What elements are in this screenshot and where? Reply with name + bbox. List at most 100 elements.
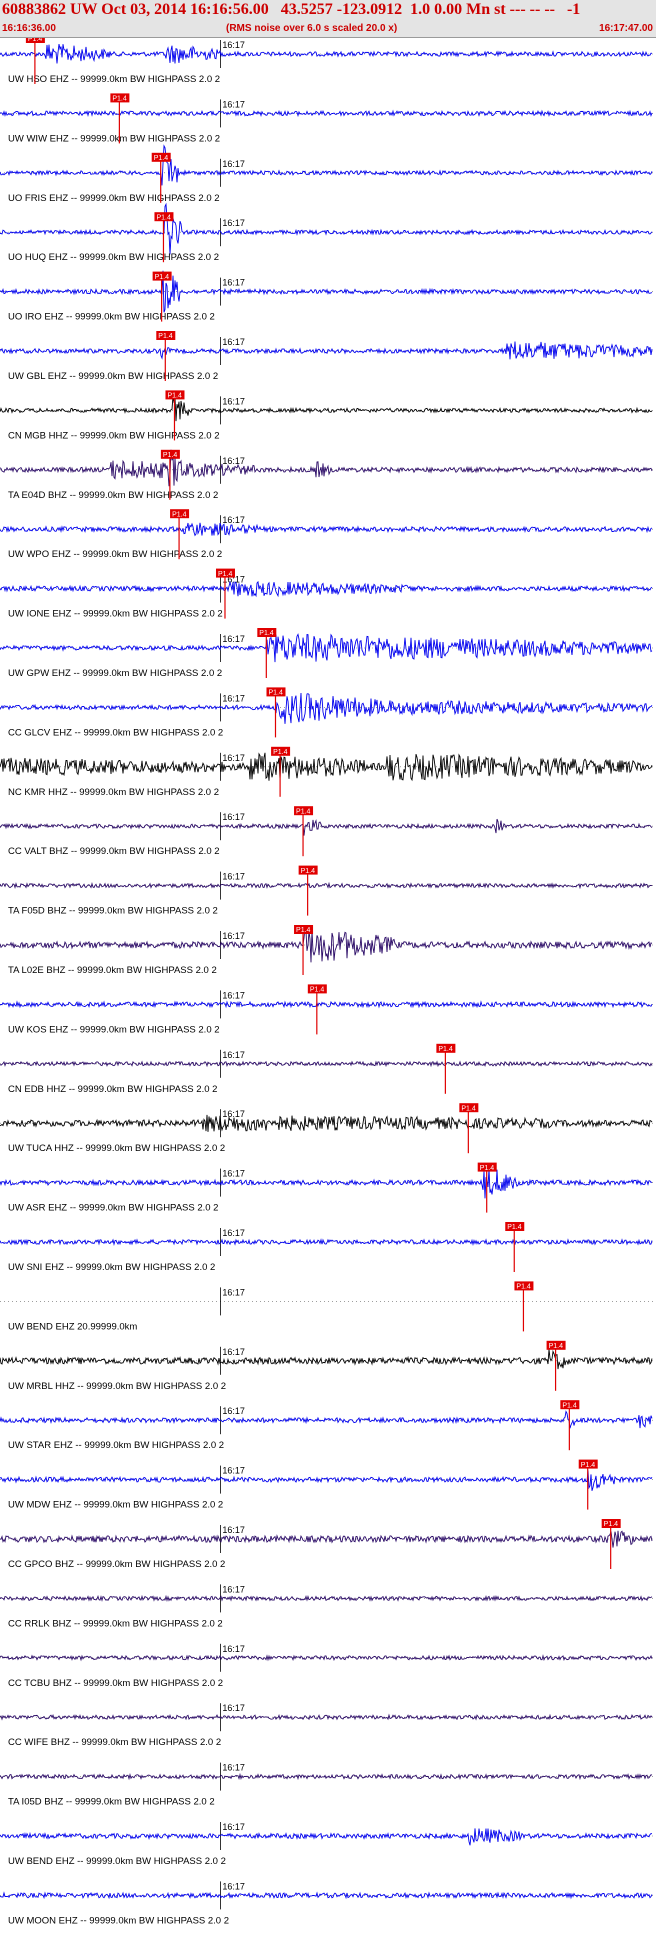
minute-tick-label: 16:17 xyxy=(222,753,245,763)
trace-row: 16:17 CN MGB HHZ -- 99999.0km BW HIGHPASS… xyxy=(0,390,656,441)
trace-row: 16:17 CN EDB HHZ -- 99999.0km BW HIGHPASS… xyxy=(0,1043,656,1095)
minute-tick-label: 16:17 xyxy=(222,1287,245,1297)
station-label: UW WIW EHZ -- 99999.0km BW HIGHPASS 2.0 … xyxy=(8,133,220,144)
waveform xyxy=(0,1713,653,1721)
minute-tick-label: 16:17 xyxy=(222,218,245,228)
pick-marker-label: P1.4 xyxy=(156,214,171,221)
minute-tick-label: 16:17 xyxy=(222,931,245,941)
station-label: UW WPO EHZ -- 99999.0km BW HIGHPASS 2.0 … xyxy=(8,549,222,560)
trace-row: 16:17UW TUCA HHZ -- 99999.0km BW HIGHPAS… xyxy=(0,1103,656,1154)
station-label: UW ASR EHZ -- 99999.0km BW HIGHPASS 2.0 … xyxy=(8,1203,218,1214)
minute-tick-label: 16:17 xyxy=(222,693,245,703)
waveform xyxy=(0,202,653,255)
station-label: CC WIFE BHZ -- 99999.0km BW HIGHPASS 2.0… xyxy=(8,1737,221,1748)
waveform xyxy=(0,927,653,963)
minute-tick-label: 16:17 xyxy=(222,634,245,644)
waveform xyxy=(0,1594,653,1602)
minute-tick-label: 16:17 xyxy=(222,1822,245,1832)
trace-row: 16:17 UW MDW EHZ -- 99999.0km BW HIGHPASS… xyxy=(0,1459,656,1511)
minute-tick-label: 16:17 xyxy=(222,872,245,882)
minute-tick-label: 16:17 xyxy=(222,1228,245,1238)
station-label: CC VALT BHZ -- 99999.0km BW HIGHPASS 2.0… xyxy=(8,846,220,857)
start-time: 16:16:36.00 xyxy=(2,23,56,34)
station-label: TA L02E BHZ -- 99999.0km BW HIGHPASS 2.0… xyxy=(8,965,217,976)
station-label: UW GBL EHZ -- 99999.0km BW HIGHPASS 2.0 … xyxy=(8,371,218,382)
trace-row: 16:17 UO HUQ EHZ -- 99999.0km BW HIGHPASS… xyxy=(0,202,656,263)
waveform xyxy=(0,522,653,537)
waveform xyxy=(0,1168,653,1199)
minute-tick-label: 16:17 xyxy=(222,337,245,347)
waveform xyxy=(0,1470,653,1491)
waveform xyxy=(0,1410,653,1429)
minute-tick-label: 16:17 xyxy=(222,1406,245,1416)
waveform xyxy=(0,1238,653,1246)
pick-marker-label: P1.4 xyxy=(562,1402,577,1409)
station-label: CN MGB HHZ -- 99999.0km BW HIGHPASS 2.0 … xyxy=(8,430,220,441)
minute-tick-label: 16:17 xyxy=(222,990,245,1000)
station-label: UW BEND EHZ 20.99999.0km xyxy=(8,1321,137,1332)
waveform xyxy=(0,752,653,782)
trace-row: 16:17 TA F05D BHZ -- 99999.0km BW HIGHPAS… xyxy=(0,865,656,917)
minute-tick-label: 16:17 xyxy=(222,1525,245,1535)
waveform xyxy=(0,580,653,598)
station-label: UW KOS EHZ -- 99999.0km BW HIGHPASS 2.0 … xyxy=(8,1024,220,1035)
waveform xyxy=(0,692,653,724)
station-label: UW MRBL HHZ -- 99999.0km BW HIGHPASS 2.0… xyxy=(8,1381,226,1392)
minute-tick-label: 16:17 xyxy=(222,456,245,466)
minute-tick-label: 16:17 xyxy=(222,40,245,50)
pick-marker-label: P1.4 xyxy=(163,452,178,459)
waveform xyxy=(0,1114,653,1132)
pick-marker-label: P1.4 xyxy=(158,333,173,340)
trace-row: 16:17 UW SNI EHZ -- 99999.0km BW HIGHPASS… xyxy=(0,1222,656,1273)
station-label: CN EDB HHZ -- 99999.0km BW HIGHPASS 2.0 … xyxy=(8,1084,217,1095)
station-label: CC GPCO BHZ -- 99999.0km BW HIGHPASS 2.0… xyxy=(8,1559,225,1570)
pick-marker-label: P1.4 xyxy=(218,571,233,578)
scale-note: (RMS noise over 6.0 s scaled 20.0 x) xyxy=(226,23,398,34)
pick-marker-label: P1.4 xyxy=(604,1521,619,1528)
pick-marker-label: P1.4 xyxy=(480,1165,495,1172)
header-bar: 60883862 UW Oct 03, 2014 16:16:56.00 43.… xyxy=(0,0,656,38)
station-label: UW MDW EHZ -- 99999.0km BW HIGHPASS 2.0 … xyxy=(8,1500,223,1511)
minute-tick-label: 16:17 xyxy=(222,1644,245,1654)
trace-row: 16:17 NC KMR HHZ -- 99999.0km BW HIGHPASS… xyxy=(0,746,656,798)
trace-row: 16:17 UW MOON EHZ -- 99999.0km BW HIGHPAS… xyxy=(0,1881,656,1926)
minute-tick-label: 16:17 xyxy=(222,278,245,288)
waveform xyxy=(0,1891,653,1900)
waveform xyxy=(0,1828,653,1846)
waveform xyxy=(0,1772,653,1781)
station-label: TA E04D BHZ -- 99999.0km BW HIGHPASS 2.0… xyxy=(8,490,218,501)
minute-tick-label: 16:17 xyxy=(222,99,245,109)
trace-row: 16:17 UW WIW EHZ -- 99999.0km BW HIGHPASS… xyxy=(0,93,656,144)
pick-marker-label: P1.4 xyxy=(167,393,182,400)
trace-row: 16:17 CC WIFE BHZ -- 99999.0km BW HIGHPAS… xyxy=(0,1703,656,1748)
minute-tick-label: 16:17 xyxy=(222,515,245,525)
pick-marker-label: P1.4 xyxy=(296,808,311,815)
pick-marker-label: P1.4 xyxy=(28,38,43,43)
trace-row: 16:17 UO IRO EHZ -- 99999.0km BW HIGHPASS… xyxy=(0,270,656,323)
trace-row: 16:17 UW BEND EHZ -- 99999.0km BW HIGHPAS… xyxy=(0,1822,656,1867)
end-time: 16:17:47.00 xyxy=(599,23,653,34)
minute-tick-label: 16:17 xyxy=(222,396,245,406)
pick-marker-label: P1.4 xyxy=(112,96,127,103)
seismogram-viewer: 60883862 UW Oct 03, 2014 16:16:56.00 43.… xyxy=(0,0,656,1958)
minute-tick-label: 16:17 xyxy=(222,1763,245,1773)
station-label: UW TUCA HHZ -- 99999.0km BW HIGHPASS 2.0… xyxy=(8,1143,225,1154)
trace-row: 16:17 UW KOS EHZ -- 99999.0km BW HIGHPASS… xyxy=(0,984,656,1035)
pick-marker-label: P1.4 xyxy=(296,927,311,934)
trace-row: 16:17 UW STAR EHZ -- 99999.0km BW HIGHPAS… xyxy=(0,1400,656,1451)
pick-marker-label: P1.4 xyxy=(461,1105,476,1112)
pick-marker-label: P1.4 xyxy=(310,987,325,994)
waveform xyxy=(0,44,653,64)
trace-row: 16:17 CC VALT BHZ -- 99999.0km BW HIGHPAS… xyxy=(0,806,656,857)
pick-marker-label: P1.4 xyxy=(301,868,316,875)
station-label: UW SNI EHZ -- 99999.0km BW HIGHPASS 2.0 … xyxy=(8,1262,215,1273)
minute-tick-label: 16:17 xyxy=(222,1466,245,1476)
pick-marker-label: P1.4 xyxy=(259,630,274,637)
minute-tick-label: 16:17 xyxy=(222,1703,245,1713)
waveform xyxy=(0,1349,653,1370)
waveform xyxy=(0,341,653,360)
station-label: UO HUQ EHZ -- 99999.0km BW HIGHPASS 2.0 … xyxy=(8,252,219,263)
minute-tick-label: 16:17 xyxy=(222,1584,245,1594)
station-label: UW BEND EHZ -- 99999.0km BW HIGHPASS 2.0… xyxy=(8,1856,226,1867)
minute-tick-label: 16:17 xyxy=(222,1169,245,1179)
